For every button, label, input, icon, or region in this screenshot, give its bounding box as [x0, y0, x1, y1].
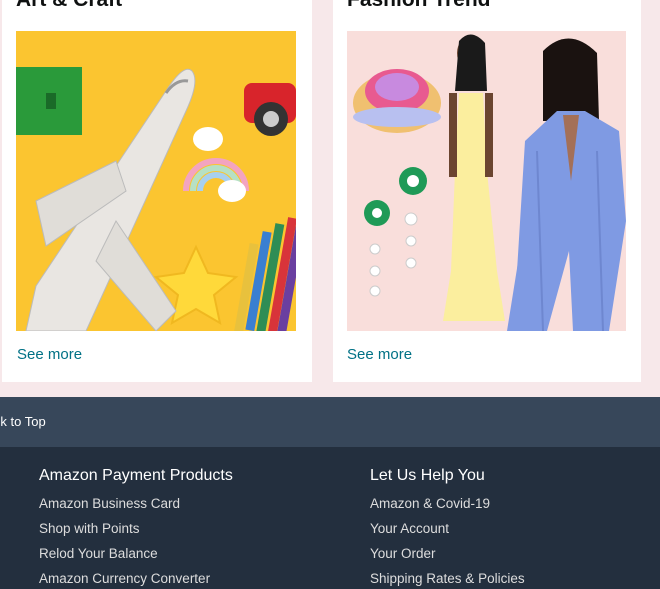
fashion-trend-picture [347, 31, 626, 331]
card-title: Fashion Trend [347, 0, 491, 12]
footer-link-list: Amazon Business Card Shop with Points Re… [39, 495, 233, 589]
footer-heading: Amazon Payment Products [39, 467, 233, 484]
see-more-link[interactable]: See more [347, 346, 412, 363]
footer-link-shipping-rates[interactable]: Shipping Rates & Policies [370, 571, 525, 586]
footer-link-covid[interactable]: Amazon & Covid-19 [370, 496, 490, 511]
fashion-trend-image[interactable] [347, 31, 626, 331]
see-more-link[interactable]: See more [17, 346, 82, 363]
footer-column-help: Let Us Help You Amazon & Covid-19 Your A… [370, 466, 525, 589]
fashion-trend-card: Fashion Trend [333, 0, 641, 382]
footer-link-business-card[interactable]: Amazon Business Card [39, 496, 180, 511]
footer-link-your-order[interactable]: Your Order [370, 546, 436, 561]
art-craft-card: Art & Craft [2, 0, 312, 382]
card-title: Art & Craft [16, 0, 122, 12]
art-craft-picture [16, 31, 296, 331]
footer-heading: Let Us Help You [370, 467, 485, 484]
art-craft-image[interactable] [16, 31, 296, 331]
footer-column-payment: Amazon Payment Products Amazon Business … [39, 466, 233, 589]
footer-link-reload-balance[interactable]: Relod Your Balance [39, 546, 158, 561]
back-to-top-label: Back to Top [0, 414, 46, 429]
footer-link-list: Amazon & Covid-19 Your Account Your Orde… [370, 495, 525, 589]
content-area: Art & Craft [0, 0, 660, 397]
footer-link-currency-converter[interactable]: Amazon Currency Converter [39, 571, 210, 586]
back-to-top-button[interactable]: Back to Top [0, 397, 660, 447]
footer: Amazon Payment Products Amazon Business … [0, 447, 660, 589]
footer-link-your-account[interactable]: Your Account [370, 521, 449, 536]
footer-link-shop-with-points[interactable]: Shop with Points [39, 521, 140, 536]
